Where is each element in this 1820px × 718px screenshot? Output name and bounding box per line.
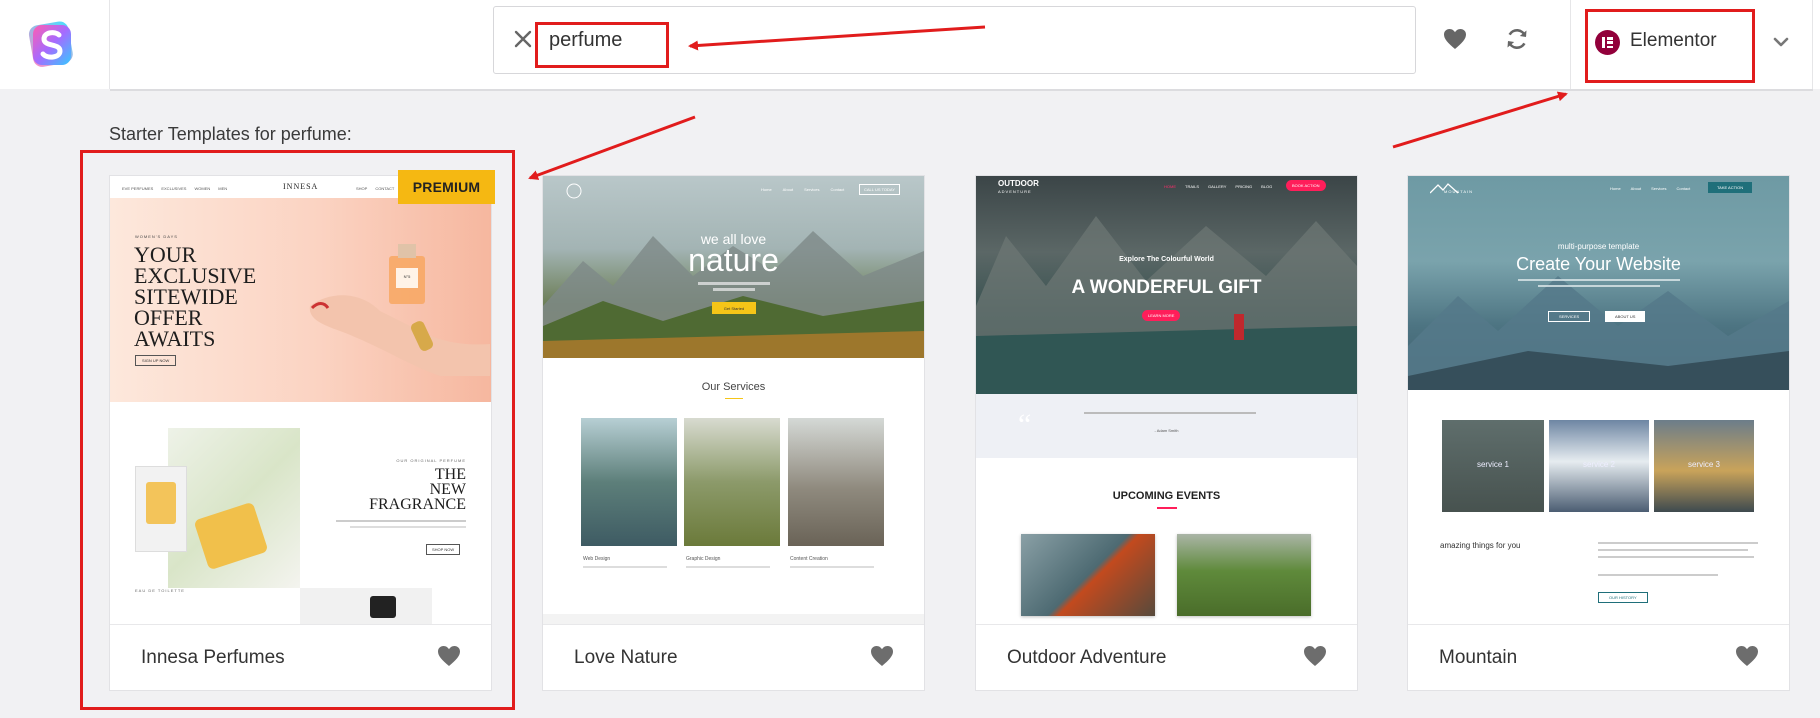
thumb-hero-button: Get Started [712,302,756,314]
thumb-nav-item: TRAILS [1185,184,1200,189]
heart-icon[interactable] [1303,644,1327,668]
thumb-tagline: amazing things for you [1440,541,1521,550]
thumb-more-button: OUR HISTORY [1598,592,1648,603]
thumb-quote [976,394,1357,458]
thumb-mountains [1408,276,1789,390]
thumb-nav-item: Home [1610,186,1621,191]
card-footer: Outdoor Adventure [976,624,1357,690]
thumb-nav-item: Contact [830,187,845,192]
thumb-services-title: Our Services [701,381,766,393]
annotation-arrow-card [528,115,696,180]
thumb-quote-author: - Adam Smith [1154,428,1179,433]
section-title: Starter Templates for perfume: [109,124,352,144]
thumb-events-title: UPCOMING EVENTS [1112,490,1221,502]
annotation-arrow-builder [1392,91,1568,149]
thumb-brand: MOUNTAIN [1444,189,1474,194]
thumb-hero-small: multi-purpose template [1557,242,1640,251]
template-name: Mountain [1439,647,1518,668]
thumb-hero-big: nature [688,242,779,278]
card-footer: Love Nature [543,624,924,690]
template-card-outdoor-adventure[interactable]: OUTDOOR ADVENTURE HOME TRAILS GALLERY PR… [975,175,1358,691]
thumb-service-image [684,418,780,546]
thumb-hero-big: A WONDERFUL GIFT [1071,277,1262,298]
thumb-brand: OUTDOOR [998,179,1039,188]
template-thumbnail[interactable]: OUTDOOR ADVENTURE HOME TRAILS GALLERY PR… [976,176,1357,624]
thumb-brand-sub: ADVENTURE [998,189,1032,194]
thumb-nav-button: BOOK ACTION [1286,180,1326,191]
thumb-service-label: service 1 [1476,460,1509,469]
thumb-nav-item: PRICING [1235,184,1253,189]
quote-icon: “ [1018,408,1032,441]
thumb-nav-button: CALL US TODAY [859,184,900,195]
thumb-hero-small: Explore The Colourful World [1119,256,1214,263]
thumb-nav-button: TAKE ACTION [1708,182,1753,193]
thumb-service-image [581,418,677,546]
thumb-nav-item: Home [761,187,772,192]
thumb-event-image [1021,534,1155,616]
annotation-arrow-search [688,25,986,51]
thumb-hero-button: SERVICES [1548,311,1591,322]
thumb-nav-item: GALLERY [1208,184,1227,189]
thumb-hero-button: LEARN MORE [1142,310,1181,321]
heart-icon[interactable] [870,644,894,668]
thumb-nav-item: About [1630,186,1642,191]
thumb-hero-button: ABOUT US [1605,311,1646,322]
thumb-service-label: Web Design [583,556,611,562]
annotation-box-card [80,150,515,710]
template-thumbnail[interactable]: MOUNTAIN Home About Services Contact TAK… [1408,176,1789,624]
card-footer: Mountain [1408,624,1789,690]
thumb-service-label: service 2 [1582,460,1615,469]
thumb-service-image [788,418,884,546]
thumb-logo-icon [566,183,582,199]
heart-icon[interactable] [1735,644,1759,668]
thumb-service-label: Graphic Design [686,556,721,562]
thumb-event-image [1177,534,1311,616]
thumb-nav-item: HOME [1164,184,1176,189]
thumb-service-label: service 3 [1687,460,1720,469]
thumb-nav-item: Services [1651,186,1667,191]
thumb-nav-item: About [782,187,794,192]
thumb-hero-big: Create Your Website [1516,254,1681,274]
template-thumbnail[interactable]: Home About Services Contact CALL US TODA… [543,176,924,624]
template-card-mountain[interactable]: MOUNTAIN Home About Services Contact TAK… [1407,175,1790,691]
thumb-service-label: Content Creation [790,556,828,562]
thumb-nav-item: Services [804,187,820,192]
template-card-love-nature[interactable]: Home About Services Contact CALL US TODA… [542,175,925,691]
template-name: Love Nature [574,647,678,668]
template-name: Outdoor Adventure [1007,647,1167,668]
thumb-nav-item: Contact [1676,186,1691,191]
thumb-nav-item: BLOG [1261,184,1273,189]
